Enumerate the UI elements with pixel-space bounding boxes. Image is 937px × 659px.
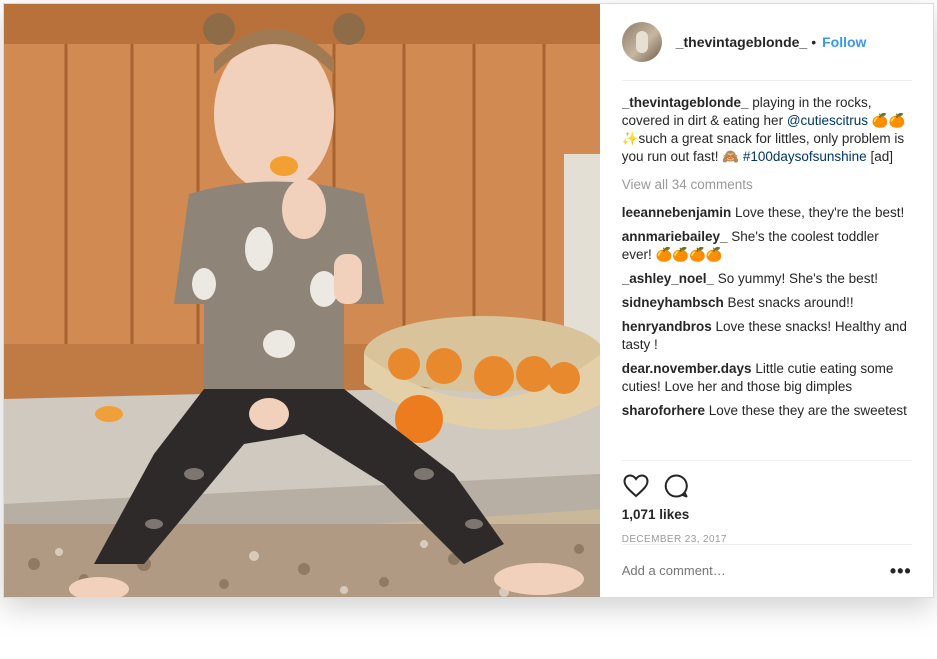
- comment-item: _ashley_noel_ So yummy! She's the best!: [622, 270, 912, 288]
- comment-item: sharoforhere Love these they are the swe…: [622, 402, 912, 420]
- comment-text: Love these they are the sweetest: [708, 403, 907, 418]
- comment-item: sidneyhambsch Best snacks around!!: [622, 294, 912, 312]
- action-icons-row: [622, 461, 912, 505]
- comment-username[interactable]: dear.november.days: [622, 361, 752, 376]
- comment-username[interactable]: _ashley_noel_: [622, 271, 714, 286]
- comment-bubble-icon[interactable]: [662, 472, 690, 500]
- post-photo[interactable]: [4, 4, 600, 597]
- follow-button[interactable]: Follow: [822, 34, 866, 50]
- photo-illustration: [4, 4, 600, 597]
- instagram-post-card: _thevintageblonde_ • Follow _thevintageb…: [3, 3, 934, 598]
- add-comment-bar: •••: [621, 544, 912, 596]
- caption-username[interactable]: _thevintageblonde_: [622, 95, 749, 110]
- comment-item: henryandbros Love these snacks! Healthy …: [622, 318, 912, 354]
- caption-hashtag-link[interactable]: #100daysofsunshine: [743, 149, 867, 164]
- comment-text: Best snacks around!!: [727, 295, 854, 310]
- comment-text: Love these, they're the best!: [735, 205, 905, 220]
- heart-icon[interactable]: [622, 472, 650, 500]
- comment-username[interactable]: sharoforhere: [622, 403, 705, 418]
- post-side-panel: _thevintageblonde_ • Follow _thevintageb…: [599, 4, 933, 597]
- post-caption: _thevintageblonde_ playing in the rocks,…: [622, 94, 912, 166]
- comment-item: dear.november.days Little cutie eating s…: [622, 360, 912, 396]
- comments-section[interactable]: _thevintageblonde_ playing in the rocks,…: [622, 94, 912, 459]
- comment-text: So yummy! She's the best!: [717, 271, 878, 286]
- post-header: _thevintageblonde_ • Follow: [621, 4, 912, 81]
- comment-item: leeannebenjamin Love these, they're the …: [622, 204, 912, 222]
- header-separator: •: [811, 34, 817, 50]
- avatar[interactable]: [621, 22, 662, 62]
- comment-username[interactable]: sidneyhambsch: [622, 295, 724, 310]
- comment-username[interactable]: henryandbros: [622, 319, 712, 334]
- add-comment-input[interactable]: [621, 563, 862, 578]
- author-username[interactable]: _thevintageblonde_: [676, 34, 807, 50]
- comment-username[interactable]: annmariebailey_: [622, 229, 728, 244]
- caption-text-end: [ad]: [866, 149, 893, 164]
- more-options-icon[interactable]: •••: [890, 562, 912, 580]
- comment-username[interactable]: leeannebenjamin: [622, 205, 732, 220]
- comment-item: annmariebailey_ She's the coolest toddle…: [622, 228, 912, 264]
- likes-count[interactable]: 1,071 likes: [622, 507, 912, 522]
- caption-mention-link[interactable]: @cutiescitrus: [787, 113, 868, 128]
- view-all-comments-link[interactable]: View all 34 comments: [622, 176, 912, 194]
- post-actions: 1,071 likes DECEMBER 23, 2017: [621, 460, 912, 545]
